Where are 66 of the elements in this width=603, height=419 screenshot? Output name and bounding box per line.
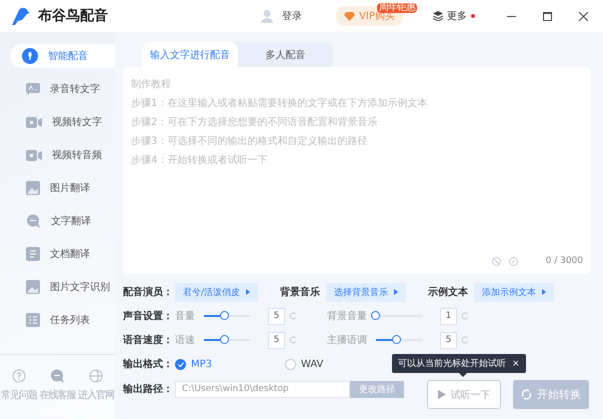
field-label: 声音设置：: [123, 309, 174, 323]
layers-icon: [433, 11, 443, 21]
app-name: 布谷鸟配音: [38, 7, 108, 25]
field-label: 配音演员：: [123, 285, 174, 299]
microphone-icon: [22, 48, 38, 64]
refresh-icon: [521, 389, 532, 400]
character-counter: 0 / 3000: [546, 256, 583, 266]
radio-option[interactable]: MP3: [175, 358, 285, 370]
tooltip-close-button[interactable]: ×: [512, 358, 520, 368]
image-icon: [26, 280, 40, 294]
field-label: 输出格式：: [123, 358, 174, 371]
text-file-icon: [26, 83, 40, 95]
number-field[interactable]: 1: [440, 308, 457, 324]
select-button[interactable]: 添加示例文本: [474, 282, 554, 302]
video-camera-icon: [26, 150, 42, 160]
chat-bubble-icon: [26, 214, 41, 228]
video-camera-icon: [26, 116, 42, 128]
sidebar-item[interactable]: 文档翻译: [10, 242, 115, 266]
hint-text: 步骤1：在这里输入或者粘贴需要转换的文字或在下方添加示例文本: [131, 96, 428, 111]
sidebar-item[interactable]: 视频转文字: [10, 110, 115, 134]
slider-label: 语速: [175, 334, 195, 347]
number-field[interactable]: 5: [440, 332, 457, 348]
login-link[interactable]: 登录: [282, 9, 302, 23]
sidebar-item[interactable]: 图片翻译: [10, 176, 115, 200]
document-icon: [26, 247, 40, 261]
more-menu[interactable]: 更多: [433, 9, 475, 23]
play-icon: [438, 390, 446, 399]
slider-label: 背景音量: [327, 310, 367, 323]
sidebar-item[interactable]: 图片文字识别: [10, 275, 115, 299]
list-icon: [26, 313, 40, 327]
close-icon[interactable]: [578, 12, 588, 20]
caret-icon: [246, 289, 250, 295]
hint-text: 步骤3：可选择不同的输出的格式和自定义输出的路径: [131, 134, 368, 149]
slider-label: 音量: [175, 310, 195, 323]
sidebar-item[interactable]: 录音转文字: [10, 77, 115, 101]
sidebar-item[interactable]: 文字翻译: [10, 209, 115, 233]
question-icon: [12, 369, 26, 383]
caret-icon: [394, 289, 398, 295]
radio-button[interactable]: [175, 358, 186, 370]
field-label: 输出路径：: [123, 382, 174, 396]
field-label: 背景音乐: [280, 285, 320, 299]
tab[interactable]: 多人配音: [238, 42, 333, 67]
sidebar-item[interactable]: 任务列表: [10, 308, 115, 332]
hint-text: 步骤4：开始转换或者试听一下: [131, 154, 268, 168]
field-label: 语音速度：: [123, 333, 174, 347]
radio-option[interactable]: WAV: [285, 358, 395, 370]
sidebar-item[interactable]: 智能配音: [10, 44, 115, 68]
select-button[interactable]: 选择背景音乐: [326, 282, 406, 302]
number-field[interactable]: 5: [268, 308, 285, 324]
field-label: 示例文本: [428, 286, 468, 299]
sidebar-item[interactable]: 视频转音频: [10, 143, 115, 167]
chat-bubble-icon: [50, 369, 65, 383]
caret-icon: [542, 289, 546, 295]
select-button[interactable]: 君兮/活泼俏皮: [175, 282, 258, 302]
globe-icon: [88, 369, 103, 383]
slider-label: 主播语调: [327, 334, 367, 347]
tab[interactable]: 输入文字进行配音: [142, 42, 238, 67]
radio-button[interactable]: [285, 358, 296, 370]
maximize-icon[interactable]: [542, 12, 552, 20]
hint-text: 步骤2：可在下方选择您想要的不同语音配置和背景音乐: [131, 116, 378, 130]
diamond-icon: [344, 12, 356, 20]
bird-logo-icon: [10, 7, 30, 25]
hint-text: 制作教程: [131, 78, 172, 92]
number-field[interactable]: 5: [268, 332, 285, 348]
image-icon: [26, 181, 40, 195]
check-icon: [178, 362, 184, 366]
